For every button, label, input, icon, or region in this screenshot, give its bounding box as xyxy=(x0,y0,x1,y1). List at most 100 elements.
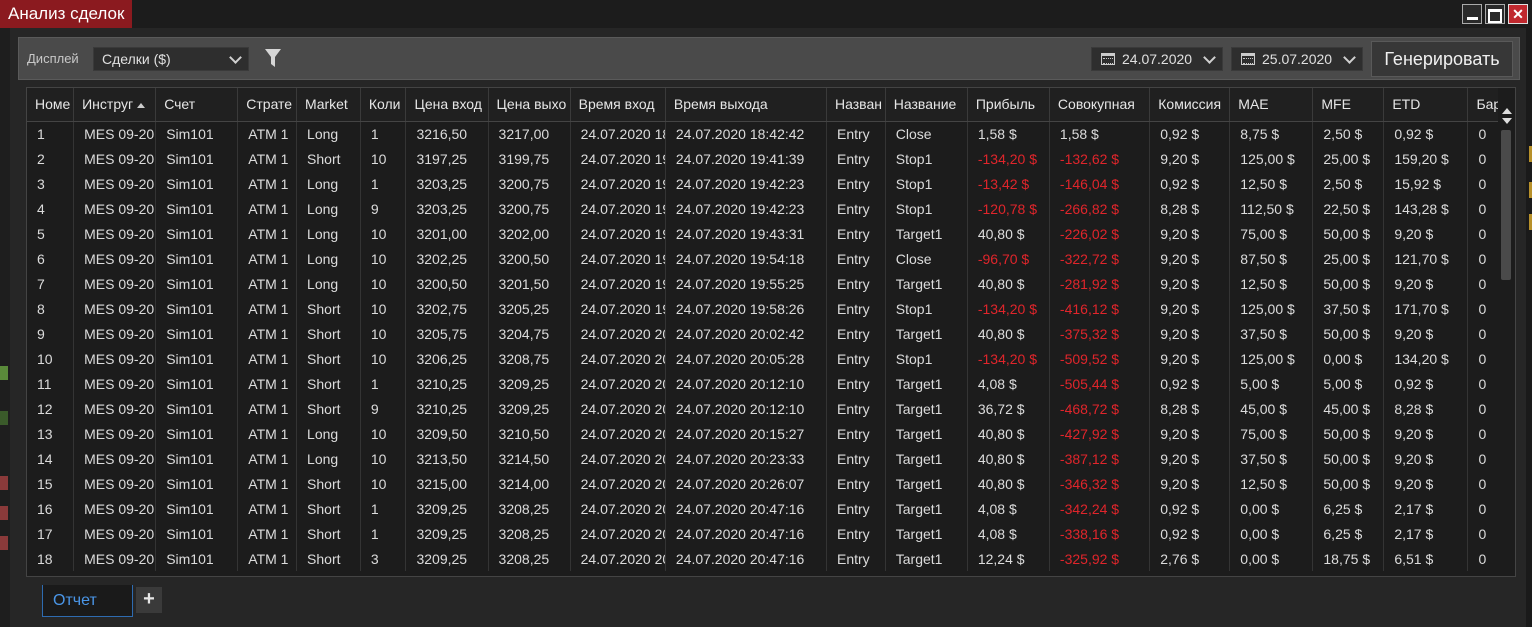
column-header[interactable]: Время вход xyxy=(570,88,666,122)
table-row[interactable]: 1 MES 09-20 Sim101 ATM 1 Long 1 3216,50 3217,00… xyxy=(27,121,1499,146)
table-cell: Long xyxy=(296,246,361,271)
table-row[interactable]: 2 MES 09-20 Sim101 ATM 1 Short 10 3197,25 3199,… xyxy=(27,146,1499,171)
table-row[interactable]: 18 MES 09-20 Sim101 ATM 1 Short 3 3209,25 3208,… xyxy=(27,546,1499,571)
table-cell: 0,92 $ xyxy=(1383,371,1469,396)
table-row[interactable]: 15 MES 09-20 Sim101 ATM 1 Short 10 3215,00 3214… xyxy=(27,471,1499,496)
table-cell: Sim101 xyxy=(155,271,239,296)
trades-grid[interactable]: Номе Инструг Счет Страте Market Коли Цена вход… xyxy=(26,87,1516,577)
table-row[interactable]: 4 MES 09-20 Sim101 ATM 1 Long 9 3203,25 3200,75… xyxy=(27,196,1499,221)
table-cell: 75,00 $ xyxy=(1229,221,1314,246)
column-header[interactable]: Страте xyxy=(237,88,298,122)
vertical-scrollbar[interactable] xyxy=(1498,88,1515,576)
table-cell: Entry xyxy=(826,346,886,371)
table-cell: Sim101 xyxy=(155,146,239,171)
table-row[interactable]: 8 MES 09-20 Sim101 ATM 1 Short 10 3202,75 3205,… xyxy=(27,296,1499,321)
table-cell: Sim101 xyxy=(155,421,239,446)
column-header[interactable]: MAE xyxy=(1229,88,1314,122)
tab-report[interactable]: Отчет xyxy=(42,585,133,617)
table-cell: 3204,75 xyxy=(488,321,571,346)
table-row[interactable]: 16 MES 09-20 Sim101 ATM 1 Short 1 3209,25 3208,… xyxy=(27,496,1499,521)
table-cell: ATM 1 xyxy=(237,296,298,321)
column-header[interactable]: ETD xyxy=(1383,88,1469,122)
table-cell: Long xyxy=(296,221,361,246)
generate-button[interactable]: Генерировать xyxy=(1371,41,1513,77)
column-header[interactable]: Комиссия xyxy=(1149,88,1231,122)
scroll-down-icon[interactable] xyxy=(1502,118,1512,124)
close-button[interactable]: ✕ xyxy=(1508,4,1528,24)
table-cell: Short xyxy=(296,321,361,346)
column-header[interactable]: Market xyxy=(296,88,361,122)
column-header[interactable]: Цена выхо xyxy=(488,88,571,122)
table-cell: 3200,50 xyxy=(488,246,571,271)
table-cell: MES 09-20 xyxy=(73,371,157,396)
column-header[interactable]: Инструг xyxy=(73,88,157,122)
table-cell: 9,20 $ xyxy=(1383,221,1469,246)
table-cell: MES 09-20 xyxy=(73,321,157,346)
calendar-icon xyxy=(1101,53,1115,65)
add-tab-button[interactable]: + xyxy=(136,587,162,613)
table-cell: 24.07.2020 19:42:23 xyxy=(665,196,828,221)
table-cell: 3205,75 xyxy=(405,321,489,346)
scroll-up-icon[interactable] xyxy=(1502,108,1512,114)
table-cell: 3209,25 xyxy=(405,496,489,521)
chevron-down-icon xyxy=(1203,51,1216,64)
table-cell: 3208,25 xyxy=(488,496,571,521)
date-to-picker[interactable]: 25.07.2020 xyxy=(1231,47,1363,71)
table-cell: 24.07.2020 20:47:16 xyxy=(665,521,828,546)
table-row[interactable]: 7 MES 09-20 Sim101 ATM 1 Long 10 3200,50 3201,5… xyxy=(27,271,1499,296)
table-row[interactable]: 9 MES 09-20 Sim101 ATM 1 Short 10 3205,75 3204,… xyxy=(27,321,1499,346)
table-cell: 24.07.2020 20:12:10 xyxy=(665,396,828,421)
table-row[interactable]: 10 MES 09-20 Sim101 ATM 1 Short 10 3206,25 3208… xyxy=(27,346,1499,371)
table-cell: ATM 1 xyxy=(237,221,298,246)
sort-ascending-icon xyxy=(137,103,146,109)
column-header[interactable]: Коли xyxy=(360,88,407,122)
scroll-thumb[interactable] xyxy=(1501,130,1511,280)
table-cell: 9,20 $ xyxy=(1149,446,1231,471)
table-cell: 9,20 $ xyxy=(1149,246,1231,271)
title-bar[interactable]: Анализ сделок ✕ xyxy=(0,0,1532,28)
table-cell: 14 xyxy=(27,446,75,471)
table-cell: 10 xyxy=(360,296,407,321)
table-cell: 24.07.2020 20:47:16 xyxy=(570,496,666,521)
date-from-picker[interactable]: 24.07.2020 xyxy=(1091,47,1223,71)
table-cell: -338,16 $ xyxy=(1049,521,1151,546)
table-cell: 24.07.2020 19:58:26 xyxy=(570,296,666,321)
table-cell: 0 xyxy=(1467,396,1499,421)
column-header[interactable]: Бары xyxy=(1467,88,1499,122)
column-header[interactable]: Счет xyxy=(155,88,239,122)
maximize-button[interactable] xyxy=(1485,4,1505,24)
table-row[interactable]: 17 MES 09-20 Sim101 ATM 1 Short 1 3209,25 3208,… xyxy=(27,521,1499,546)
table-cell: 15,92 $ xyxy=(1383,171,1469,196)
column-header[interactable]: MFE xyxy=(1312,88,1385,122)
column-header[interactable]: Совокупная xyxy=(1049,88,1151,122)
table-cell: Short xyxy=(296,396,361,421)
minimize-button[interactable] xyxy=(1462,4,1482,24)
filter-icon[interactable] xyxy=(265,49,281,67)
column-header[interactable]: Название xyxy=(885,88,968,122)
column-header[interactable]: Цена вход xyxy=(405,88,489,122)
table-cell: 2,17 $ xyxy=(1383,521,1469,546)
table-row[interactable]: 3 MES 09-20 Sim101 ATM 1 Long 1 3203,25 3200,75… xyxy=(27,171,1499,196)
table-row[interactable]: 5 MES 09-20 Sim101 ATM 1 Long 10 3201,00 3202,0… xyxy=(27,221,1499,246)
table-row[interactable]: 13 MES 09-20 Sim101 ATM 1 Long 10 3209,50 3210,… xyxy=(27,421,1499,446)
table-row[interactable]: 12 MES 09-20 Sim101 ATM 1 Short 9 3210,25 3209,… xyxy=(27,396,1499,421)
table-cell: -322,72 $ xyxy=(1049,246,1151,271)
table-cell: 3200,50 xyxy=(405,271,489,296)
column-header[interactable]: Номе xyxy=(27,88,75,122)
column-header[interactable]: Назван xyxy=(826,88,886,122)
column-header[interactable]: Время выхода xyxy=(665,88,828,122)
table-cell: 3201,50 xyxy=(488,271,571,296)
table-cell: MES 09-20 xyxy=(73,121,157,146)
display-select[interactable]: Сделки ($) xyxy=(93,47,249,71)
table-cell: 24.07.2020 20:26:07 xyxy=(665,471,828,496)
table-row[interactable]: 11 MES 09-20 Sim101 ATM 1 Short 1 3210,25 3209,… xyxy=(27,371,1499,396)
table-row[interactable]: 6 MES 09-20 Sim101 ATM 1 Long 10 3202,25 3200,5… xyxy=(27,246,1499,271)
table-cell: 0 xyxy=(1467,346,1499,371)
table-row[interactable]: 14 MES 09-20 Sim101 ATM 1 Long 10 3213,50 3214,… xyxy=(27,446,1499,471)
table-cell: 10 xyxy=(360,346,407,371)
table-cell: 3210,50 xyxy=(488,421,571,446)
table-cell: ATM 1 xyxy=(237,121,298,146)
table-cell: Entry xyxy=(826,371,886,396)
table-cell: -281,92 $ xyxy=(1049,271,1151,296)
column-header[interactable]: Прибыль xyxy=(967,88,1050,122)
